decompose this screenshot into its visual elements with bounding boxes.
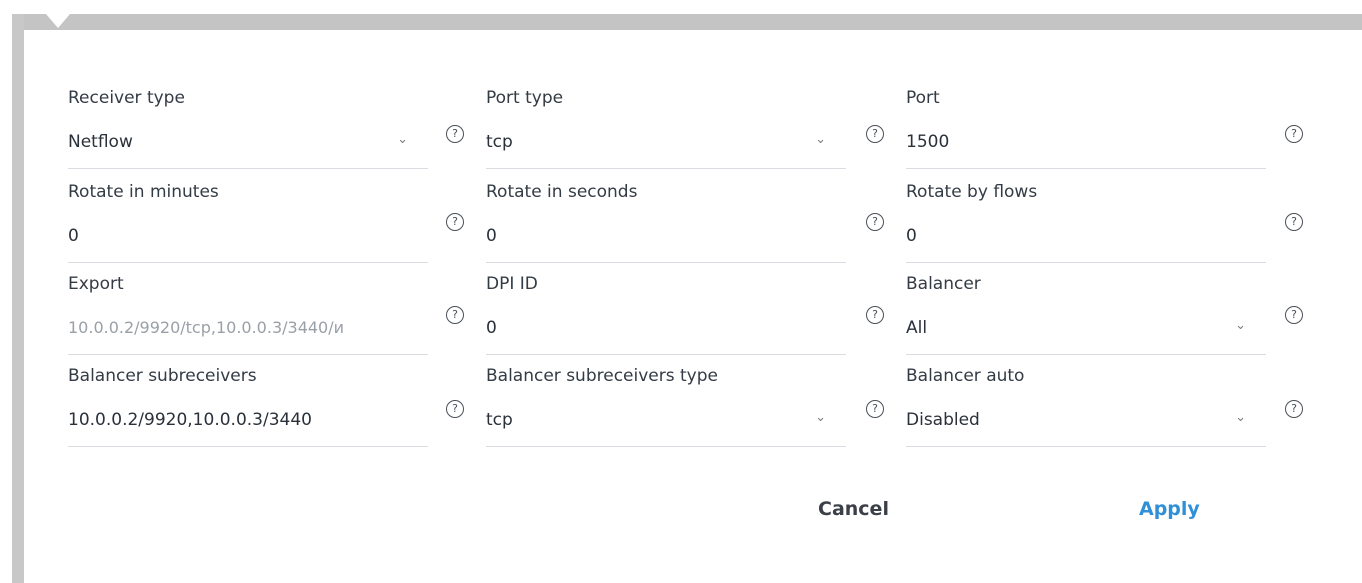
- top-edge: [0, 0, 1362, 14]
- field-underline: [486, 262, 846, 263]
- field-underline: [486, 446, 846, 447]
- field-label: Balancer subreceivers: [68, 366, 257, 386]
- rotate-seconds-input[interactable]: 0: [486, 226, 826, 246]
- chevron-down-icon[interactable]: ⌄: [815, 132, 826, 147]
- field-label: Balancer auto: [906, 366, 1025, 386]
- field-underline: [906, 354, 1266, 355]
- field-balancer[interactable]: Balancer All ⌄: [906, 274, 1266, 364]
- field-label: Balancer subreceivers type: [486, 366, 718, 386]
- field-underline: [906, 168, 1266, 169]
- field-label: Port: [906, 88, 940, 108]
- field-label: Receiver type: [68, 88, 185, 108]
- popover-notch: [46, 14, 70, 28]
- balancer-subreceivers-type-select[interactable]: tcp: [486, 410, 826, 430]
- question-circle-icon[interactable]: ?: [446, 306, 464, 324]
- top-border: [12, 14, 1362, 30]
- field-label: Port type: [486, 88, 564, 108]
- receiver-type-select[interactable]: Netflow: [68, 132, 408, 152]
- chevron-down-icon[interactable]: ⌄: [1235, 410, 1246, 425]
- dpi-id-input[interactable]: 0: [486, 318, 826, 338]
- field-underline: [68, 262, 428, 263]
- balancer-select[interactable]: All: [906, 318, 1246, 338]
- rotate-minutes-input[interactable]: 0: [68, 226, 408, 246]
- port-type-select[interactable]: tcp: [486, 132, 826, 152]
- field-underline: [906, 446, 1266, 447]
- field-label: Balancer: [906, 274, 981, 294]
- field-port-type[interactable]: Port type tcp ⌄: [486, 88, 846, 178]
- field-dpi-id[interactable]: DPI ID 0: [486, 274, 846, 364]
- field-underline: [68, 446, 428, 447]
- field-underline: [68, 354, 428, 355]
- question-circle-icon[interactable]: ?: [446, 125, 464, 143]
- field-export[interactable]: Export 10.0.0.2/9920/tcp,10.0.0.3/3440/и: [68, 274, 428, 364]
- question-circle-icon[interactable]: ?: [866, 125, 884, 143]
- chevron-down-icon[interactable]: ⌄: [815, 410, 826, 425]
- field-balancer-subreceivers-type[interactable]: Balancer subreceivers type tcp ⌄: [486, 366, 846, 456]
- question-circle-icon[interactable]: ?: [866, 400, 884, 418]
- question-circle-icon[interactable]: ?: [1285, 400, 1303, 418]
- field-underline: [486, 354, 846, 355]
- field-rotate-in-seconds[interactable]: Rotate in seconds 0: [486, 182, 846, 272]
- question-circle-icon[interactable]: ?: [866, 306, 884, 324]
- port-input[interactable]: 1500: [906, 132, 1246, 152]
- field-label: Export: [68, 274, 124, 294]
- question-circle-icon[interactable]: ?: [446, 213, 464, 231]
- field-underline: [486, 168, 846, 169]
- field-label: DPI ID: [486, 274, 538, 294]
- balancer-auto-select[interactable]: Disabled: [906, 410, 1246, 430]
- field-balancer-subreceivers[interactable]: Balancer subreceivers 10.0.0.2/9920,10.0…: [68, 366, 428, 456]
- field-label: Rotate by flows: [906, 182, 1038, 202]
- field-label: Rotate in seconds: [486, 182, 638, 202]
- chevron-down-icon[interactable]: ⌄: [397, 132, 408, 147]
- cancel-button[interactable]: Cancel: [812, 497, 895, 521]
- field-balancer-auto[interactable]: Balancer auto Disabled ⌄: [906, 366, 1266, 456]
- chevron-down-icon[interactable]: ⌄: [1235, 318, 1246, 333]
- field-underline: [906, 262, 1266, 263]
- question-circle-icon[interactable]: ?: [1285, 213, 1303, 231]
- field-label: Rotate in minutes: [68, 182, 219, 202]
- question-circle-icon[interactable]: ?: [1285, 306, 1303, 324]
- question-circle-icon[interactable]: ?: [1285, 125, 1303, 143]
- question-circle-icon[interactable]: ?: [446, 400, 464, 418]
- field-rotate-in-minutes[interactable]: Rotate in minutes 0: [68, 182, 428, 272]
- left-border: [12, 14, 24, 583]
- export-input[interactable]: 10.0.0.2/9920/tcp,10.0.0.3/3440/и: [68, 318, 408, 337]
- rotate-flows-input[interactable]: 0: [906, 226, 1246, 246]
- balancer-subreceivers-input[interactable]: 10.0.0.2/9920,10.0.0.3/3440: [68, 410, 408, 430]
- field-receiver-type[interactable]: Receiver type Netflow ⌄: [68, 88, 428, 178]
- field-port[interactable]: Port 1500: [906, 88, 1266, 178]
- question-circle-icon[interactable]: ?: [866, 213, 884, 231]
- field-underline: [68, 168, 428, 169]
- apply-button[interactable]: Apply: [1133, 497, 1206, 521]
- field-rotate-by-flows[interactable]: Rotate by flows 0: [906, 182, 1266, 272]
